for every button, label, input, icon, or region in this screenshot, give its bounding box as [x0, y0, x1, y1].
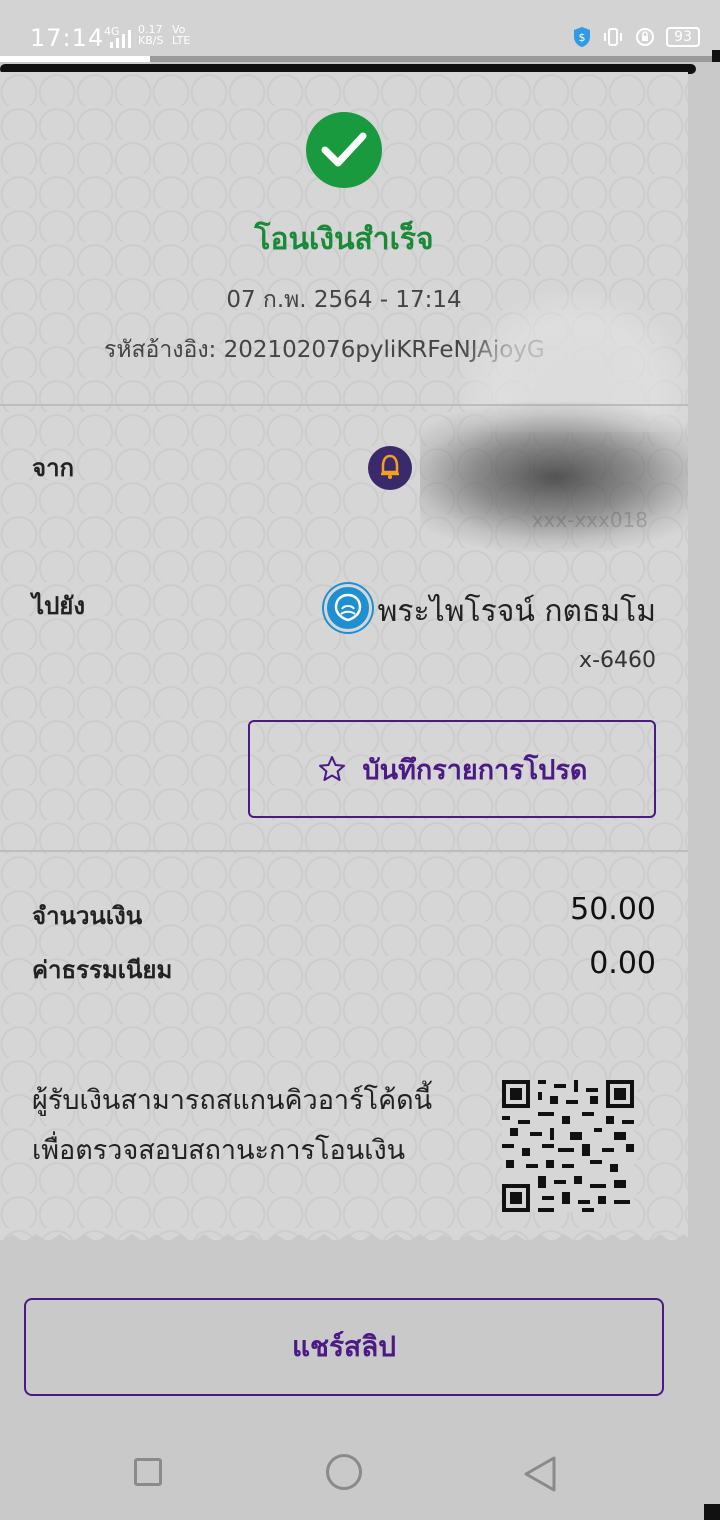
star-icon — [318, 756, 345, 781]
amount-label: จำนวนเงิน — [32, 902, 143, 930]
save-favorite-label: บันทึกรายการโปรด — [362, 754, 588, 785]
recent-apps-icon[interactable] — [134, 1458, 162, 1486]
reference-label: รหัสอ้างอิง: — [104, 337, 217, 363]
bank-logo-icon — [324, 584, 372, 632]
qr-instruction: ผู้รับเงินสามารถสแกนคิวอาร์โค้ดนี้ เพื่อ… — [32, 1076, 472, 1176]
qr-instruction-line2: เพื่อตรวจสอบสถานะการโอนเงิน — [32, 1135, 406, 1166]
success-title: โอนเงินสำเร็จ — [254, 222, 434, 257]
status-icons: $ 93 — [572, 26, 700, 48]
save-favorite-button[interactable]: บันทึกรายการโปรด — [248, 720, 656, 818]
share-slip-button[interactable]: แชร์สลิป — [24, 1298, 664, 1396]
redaction-scribble — [420, 402, 688, 552]
recipient-name: พระไพโรจน์ กตธมโม — [377, 594, 656, 629]
check-circle-icon — [306, 112, 382, 188]
receipt-torn-edge — [0, 1234, 688, 1252]
amount-value: 50.00 — [570, 892, 656, 927]
status-time: 17:14 — [30, 24, 105, 52]
system-nav-bar — [0, 1424, 720, 1520]
qr-instruction-line1: ผู้รับเงินสามารถสแกนคิวอาร์โค้ดนี้ — [32, 1085, 433, 1116]
corner-mark — [712, 50, 720, 62]
fee-value: 0.00 — [589, 946, 656, 981]
divider — [0, 850, 688, 852]
page-load-progress — [0, 56, 720, 62]
corner-mark — [704, 1504, 720, 1520]
volte-badge: Vo LTE — [172, 23, 191, 47]
svg-text:$: $ — [579, 31, 586, 44]
vibrate-icon — [604, 28, 623, 46]
bank-logo-icon — [368, 446, 412, 490]
fee-label: ค่าธรรมเนียม — [32, 956, 173, 984]
back-icon[interactable] — [520, 1454, 560, 1494]
from-label: จาก — [32, 454, 75, 482]
network-speed: 0.17 KB/S — [138, 23, 164, 47]
recipient-account: x-6460 — [579, 648, 656, 673]
status-bar: 17:14 4G 0.17 KB/S Vo LTE $ 93 — [0, 0, 720, 62]
rotation-lock-icon — [636, 28, 655, 46]
battery-indicator: 93 — [666, 27, 700, 47]
home-icon[interactable] — [326, 1454, 362, 1490]
shield-dollar-icon: $ — [574, 27, 591, 47]
transfer-receipt: โอนเงินสำเร็จ 07 ก.พ. 2564 - 17:14 รหัสอ… — [0, 72, 688, 1240]
to-label: ไปยัง — [32, 592, 86, 620]
qr-code — [502, 1080, 634, 1212]
signal-icon — [110, 30, 131, 48]
